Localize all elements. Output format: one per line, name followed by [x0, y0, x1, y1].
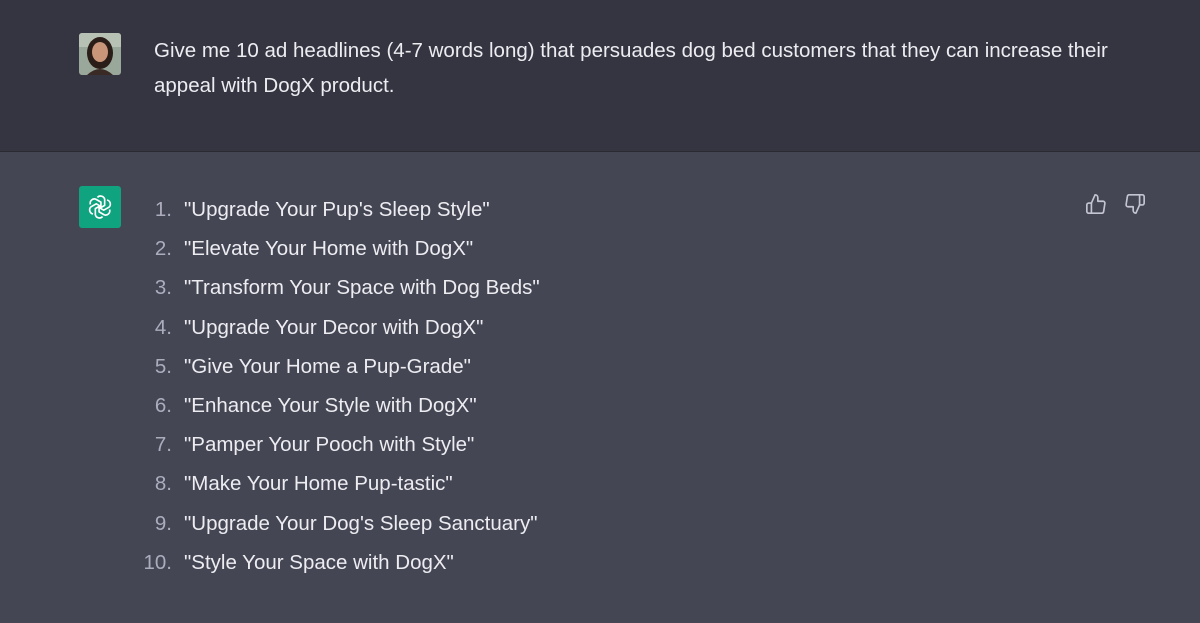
- list-item-text: "Give Your Home a Pup-Grade": [184, 354, 471, 378]
- thumbs-up-button[interactable]: [1084, 192, 1108, 216]
- list-item-number: 4.: [154, 315, 172, 339]
- list-item-number: 8.: [154, 472, 172, 496]
- list-item-text: "Upgrade Your Decor with DogX": [184, 315, 484, 339]
- list-item-number: 3.: [154, 276, 172, 300]
- list-item-number: 2.: [154, 237, 172, 261]
- list-item-text: "Elevate Your Home with DogX": [184, 237, 474, 261]
- list-item-number: 1.: [154, 198, 172, 221]
- list-item-text: "Transform Your Space with Dog Beds": [184, 276, 540, 300]
- user-avatar: [79, 33, 121, 75]
- list-item-text: "Upgrade Your Pup's Sleep Style": [184, 198, 490, 221]
- chat-page: Give me 10 ad headlines (4-7 words long)…: [0, 0, 1200, 623]
- thumbs-down-button[interactable]: [1123, 192, 1147, 216]
- list-item-number: 9.: [154, 511, 172, 535]
- list-item-text: "Make Your Home Pup-tastic": [184, 472, 453, 496]
- assistant-message: 1. "Upgrade Your Pup's Sleep Style" 2. "…: [0, 152, 1200, 623]
- list-item-number: 5.: [154, 354, 172, 378]
- list-item-text: "Pamper Your Pooch with Style": [184, 433, 475, 457]
- list-item-number: 6.: [154, 393, 172, 417]
- thumbs-down-icon: [1125, 194, 1145, 214]
- user-message-text: Give me 10 ad headlines (4-7 words long)…: [154, 39, 1108, 97]
- list-item-number: 10.: [143, 550, 173, 574]
- thumbs-up-icon: [1086, 194, 1106, 214]
- list-item-number: 7.: [154, 433, 172, 457]
- list-item-text: "Enhance Your Style with DogX": [184, 393, 477, 417]
- user-message: Give me 10 ad headlines (4-7 words long)…: [0, 0, 1200, 152]
- list-item-text: "Style Your Space with DogX": [184, 550, 454, 574]
- list-item-text: "Upgrade Your Dog's Sleep Sanctuary": [184, 511, 538, 535]
